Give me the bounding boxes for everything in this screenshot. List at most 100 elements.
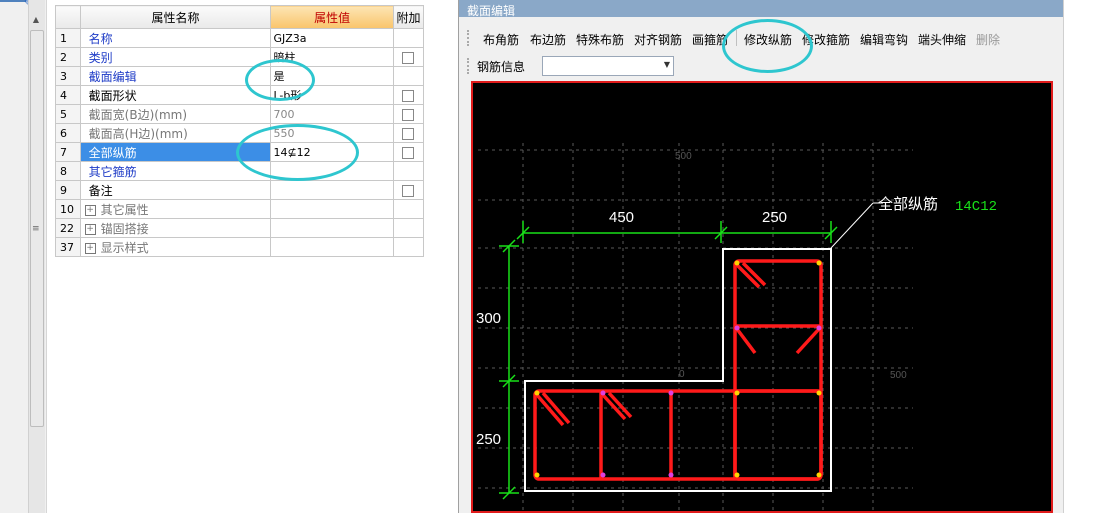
section-outline (524, 248, 832, 492)
property-name: 显示样式 (100, 240, 149, 255)
chevron-down-icon[interactable]: ▼ (664, 60, 670, 69)
row-index: 2 (55, 47, 81, 67)
property-value-cell[interactable]: 暗柱 (270, 47, 394, 67)
tool-draw-stirrup[interactable]: 画箍筋 (692, 31, 728, 48)
property-value-cell[interactable] (270, 180, 394, 200)
property-name-cell[interactable]: + 显示样式 (79, 237, 272, 257)
property-value: 550 (273, 126, 295, 140)
property-value: GJZ3a (273, 31, 307, 45)
property-value-cell[interactable]: 700 (270, 104, 394, 124)
expand-plus-icon[interactable]: + (84, 204, 96, 216)
extra-cell (392, 123, 425, 143)
property-value: 14⊈12 (273, 145, 311, 159)
property-name: 截面编辑 (88, 69, 137, 84)
row-index: 3 (55, 66, 81, 86)
section-drawing-canvas[interactable]: 500 500 0 450 250 300 250 全部纵筋 14C12 (471, 81, 1053, 513)
extra-cell (392, 47, 425, 67)
row-index: 37 (55, 237, 81, 257)
property-row[interactable]: 37 + 显示样式 (55, 237, 425, 257)
row-index: 8 (55, 161, 81, 181)
header-property-value[interactable]: 属性值 (270, 5, 394, 29)
stirrups (533, 259, 823, 481)
tool-align-rebar[interactable]: 对齐钢筋 (634, 31, 682, 48)
tool-edit-hook[interactable]: 编辑弯钩 (860, 31, 908, 48)
property-value-cell[interactable] (270, 237, 394, 257)
property-value-cell[interactable]: GJZ3a (270, 28, 394, 48)
property-row[interactable]: 3 截面编辑 是 (55, 66, 425, 86)
property-row[interactable]: 22 + 锚固搭接 (55, 218, 425, 238)
property-row[interactable]: 1 名称 GJZ3a (55, 28, 425, 48)
tool-corner-rebar[interactable]: 布角筋 (483, 31, 519, 48)
rebar-info-select[interactable]: ▼ (542, 56, 674, 76)
property-name: 备注 (88, 183, 113, 198)
expand-plus-icon[interactable]: + (84, 223, 96, 235)
property-row[interactable]: 5 截面宽(B边)(mm) 700 (55, 104, 425, 124)
property-name-cell[interactable]: 类别 (79, 47, 272, 67)
row-index: 4 (55, 85, 81, 105)
extra-checkbox[interactable] (402, 146, 415, 159)
annotation-value: 14C12 (955, 199, 997, 215)
header-extra[interactable]: 附加 (392, 5, 425, 29)
extra-cell (392, 66, 425, 86)
extra-cell (392, 218, 425, 238)
property-row[interactable]: 6 截面高(H边)(mm) 550 (55, 123, 425, 143)
property-name-cell[interactable]: 名称 (79, 28, 272, 48)
property-name-cell[interactable]: 截面形状 (79, 85, 272, 105)
property-row[interactable]: 8 其它箍筋 (55, 161, 425, 181)
left-accent-bar (0, 0, 26, 2)
property-name-cell[interactable]: 截面高(H边)(mm) (79, 123, 272, 143)
property-value: 暗柱 (273, 51, 296, 64)
property-value: 是 (273, 70, 285, 83)
property-name-cell[interactable]: 全部纵筋 (79, 142, 272, 162)
tool-end-extend[interactable]: 端头伸缩 (918, 31, 966, 48)
property-name-cell[interactable]: 备注 (79, 180, 272, 200)
rebar-info-label: 钢筋信息 (477, 60, 526, 74)
property-name-cell[interactable]: 截面编辑 (79, 66, 272, 86)
scrollbar-grip-icon: ≡ (32, 224, 40, 234)
property-value-cell[interactable] (270, 218, 394, 238)
header-property-name[interactable]: 属性名称 (79, 5, 272, 29)
toolbar2-grip[interactable] (467, 58, 472, 74)
row-index: 1 (55, 28, 81, 48)
property-value-cell[interactable]: 是 (270, 66, 394, 86)
grid-label-top: 500 (675, 151, 692, 162)
property-value-cell[interactable]: 550 (270, 123, 394, 143)
row-index: 22 (55, 218, 81, 238)
property-row[interactable]: 4 截面形状 L-b形 (55, 85, 425, 105)
tool-special-rebar[interactable]: 特殊布筋 (576, 31, 624, 48)
tool-edge-rebar[interactable]: 布边筋 (530, 31, 566, 48)
extra-checkbox[interactable] (402, 184, 415, 197)
property-value-cell[interactable] (270, 161, 394, 181)
extra-cell (392, 180, 425, 200)
property-name-cell[interactable]: + 锚固搭接 (79, 218, 272, 238)
property-row[interactable]: 9 备注 (55, 180, 425, 200)
property-value: 700 (273, 107, 295, 121)
section-drawing: 500 500 0 450 250 300 250 全部纵筋 14C12 (476, 143, 997, 511)
property-value-cell[interactable] (270, 199, 394, 219)
property-value: L-b形 (273, 89, 302, 102)
extra-checkbox[interactable] (402, 108, 415, 121)
property-name: 截面形状 (88, 88, 137, 103)
property-name-cell[interactable]: + 其它属性 (79, 199, 272, 219)
tool-modify-long-rebar[interactable]: 修改纵筋 (744, 31, 792, 48)
dialog-title: 截面编辑 (467, 4, 516, 18)
tool-modify-stirrup[interactable]: 修改箍筋 (802, 31, 850, 48)
property-name-cell[interactable]: 其它箍筋 (79, 161, 272, 181)
property-row[interactable]: 10 + 其它属性 (55, 199, 425, 219)
property-name: 截面高(H边)(mm) (88, 126, 188, 141)
extra-checkbox[interactable] (402, 51, 415, 64)
extra-cell (392, 142, 425, 162)
property-name: 全部纵筋 (88, 145, 137, 160)
extra-checkbox[interactable] (402, 89, 415, 102)
extra-checkbox[interactable] (402, 127, 415, 140)
tool-delete[interactable]: 删除 (976, 31, 1000, 48)
expand-plus-icon[interactable]: + (84, 242, 96, 254)
property-row[interactable]: 2 类别 暗柱 (55, 47, 425, 67)
property-name: 类别 (88, 50, 113, 65)
property-row[interactable]: 7 全部纵筋 14⊈12 (55, 142, 425, 162)
scroll-up-arrow-icon[interactable]: ▲ (31, 15, 41, 25)
property-value-cell[interactable]: 14⊈12 (270, 142, 394, 162)
property-value-cell[interactable]: L-b形 (270, 85, 394, 105)
property-name-cell[interactable]: 截面宽(B边)(mm) (79, 104, 272, 124)
toolbar-grip[interactable] (467, 30, 472, 46)
